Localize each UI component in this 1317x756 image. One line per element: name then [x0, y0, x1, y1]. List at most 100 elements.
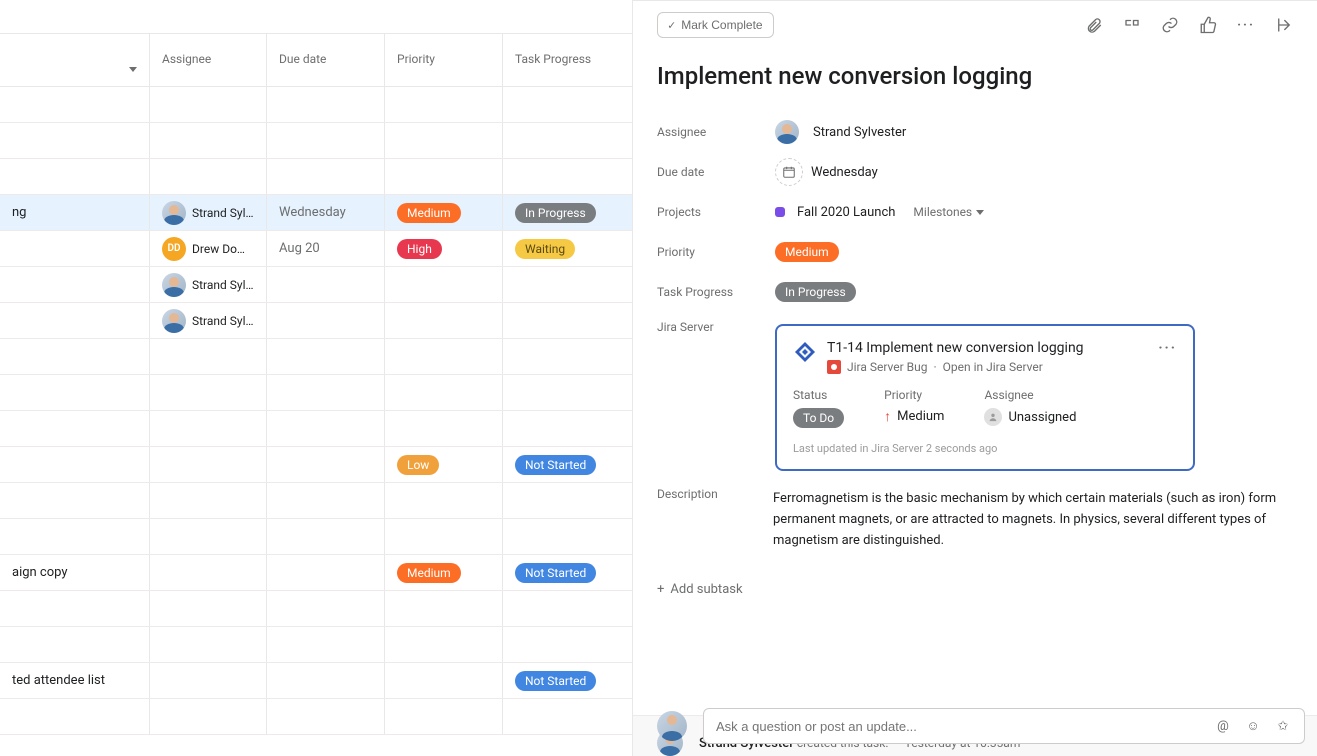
emoji-icon[interactable]: ☺	[1244, 717, 1262, 735]
priority-cell[interactable]: High	[385, 231, 503, 266]
progress-cell[interactable]	[503, 87, 631, 122]
column-progress[interactable]: Task Progress	[503, 34, 631, 86]
description-text[interactable]: Ferromagnetism is the basic mechanism by…	[773, 489, 1293, 551]
task-name-cell[interactable]	[0, 123, 150, 158]
assignee-cell[interactable]	[150, 483, 267, 518]
progress-cell[interactable]	[503, 411, 631, 446]
priority-cell[interactable]	[385, 519, 503, 554]
progress-cell[interactable]	[503, 267, 631, 302]
assignee-cell[interactable]	[150, 447, 267, 482]
milestones-dropdown[interactable]: Milestones	[913, 205, 984, 219]
due-cell[interactable]	[267, 483, 385, 518]
task-name-cell[interactable]	[0, 159, 150, 194]
project-name[interactable]: Fall 2020 Launch	[797, 205, 895, 220]
star-icon[interactable]: ✩	[1274, 717, 1292, 735]
progress-cell[interactable]	[503, 303, 631, 338]
progress-cell[interactable]	[503, 123, 631, 158]
table-row[interactable]: aign copyMediumNot Started	[0, 555, 632, 591]
jira-more-icon[interactable]: ···	[1158, 340, 1177, 356]
due-cell[interactable]	[267, 663, 385, 698]
task-name-cell[interactable]	[0, 627, 150, 662]
due-cell[interactable]	[267, 519, 385, 554]
progress-cell[interactable]	[503, 591, 631, 626]
due-cell[interactable]	[267, 87, 385, 122]
jira-open-link[interactable]: Open in Jira Server	[943, 360, 1043, 374]
task-name-cell[interactable]	[0, 375, 150, 410]
priority-cell[interactable]: Medium	[385, 195, 503, 230]
priority-cell[interactable]	[385, 159, 503, 194]
table-row[interactable]	[0, 123, 632, 159]
column-task-name[interactable]	[0, 34, 150, 86]
more-icon[interactable]: ···	[1237, 16, 1255, 34]
subtask-icon[interactable]	[1123, 16, 1141, 34]
task-name-cell[interactable]: ted attendee list	[0, 663, 150, 698]
task-name-cell[interactable]: ng	[0, 195, 150, 230]
column-priority[interactable]: Priority	[385, 34, 503, 86]
progress-cell[interactable]	[503, 699, 631, 734]
column-assignee[interactable]: Assignee	[150, 34, 267, 86]
progress-cell[interactable]	[503, 375, 631, 410]
column-due-date[interactable]: Due date	[267, 34, 385, 86]
task-name-cell[interactable]	[0, 267, 150, 302]
priority-cell[interactable]	[385, 663, 503, 698]
priority-cell[interactable]	[385, 375, 503, 410]
add-subtask-button[interactable]: + Add subtask	[657, 582, 1293, 597]
priority-cell[interactable]	[385, 303, 503, 338]
priority-cell[interactable]	[385, 627, 503, 662]
progress-cell[interactable]	[503, 339, 631, 374]
assignee-cell[interactable]: Strand Sylv...	[150, 195, 267, 230]
due-cell[interactable]	[267, 411, 385, 446]
table-row[interactable]	[0, 411, 632, 447]
assignee-cell[interactable]	[150, 627, 267, 662]
priority-cell[interactable]	[385, 483, 503, 518]
table-row[interactable]: ted attendee listNot Started	[0, 663, 632, 699]
table-row[interactable]: LowNot Started	[0, 447, 632, 483]
assignee-cell[interactable]	[150, 339, 267, 374]
assignee-cell[interactable]	[150, 375, 267, 410]
due-cell[interactable]	[267, 627, 385, 662]
table-row[interactable]	[0, 375, 632, 411]
due-cell[interactable]	[267, 123, 385, 158]
due-cell[interactable]	[267, 159, 385, 194]
assignee-cell[interactable]	[150, 591, 267, 626]
attachment-icon[interactable]	[1085, 16, 1103, 34]
progress-cell[interactable]: In Progress	[503, 195, 631, 230]
task-name-cell[interactable]	[0, 339, 150, 374]
assignee-cell[interactable]	[150, 159, 267, 194]
assignee-cell[interactable]	[150, 663, 267, 698]
task-name-cell[interactable]	[0, 87, 150, 122]
table-row[interactable]	[0, 519, 632, 555]
comment-input-wrapper[interactable]: @ ☺ ✩	[703, 708, 1305, 744]
assignee-cell[interactable]	[150, 699, 267, 734]
due-cell[interactable]	[267, 555, 385, 590]
assignee-cell[interactable]	[150, 87, 267, 122]
close-pane-icon[interactable]	[1275, 16, 1293, 34]
comment-input[interactable]	[716, 719, 1204, 734]
due-cell[interactable]	[267, 303, 385, 338]
assignee-cell[interactable]	[150, 411, 267, 446]
task-name-cell[interactable]: aign copy	[0, 555, 150, 590]
table-row[interactable]	[0, 627, 632, 663]
task-name-cell[interactable]	[0, 303, 150, 338]
due-cell[interactable]	[267, 591, 385, 626]
due-cell[interactable]	[267, 267, 385, 302]
due-cell[interactable]	[267, 339, 385, 374]
priority-cell[interactable]	[385, 411, 503, 446]
priority-cell[interactable]: Medium	[385, 555, 503, 590]
assignee-cell[interactable]	[150, 519, 267, 554]
priority-cell[interactable]	[385, 699, 503, 734]
mention-icon[interactable]: @	[1214, 717, 1232, 735]
due-cell[interactable]	[267, 447, 385, 482]
table-row[interactable]	[0, 87, 632, 123]
priority-cell[interactable]	[385, 267, 503, 302]
due-cell[interactable]: Aug 20	[267, 231, 385, 266]
mark-complete-button[interactable]: ✓ Mark Complete	[657, 12, 774, 38]
link-icon[interactable]	[1161, 16, 1179, 34]
priority-cell[interactable]	[385, 123, 503, 158]
jira-card[interactable]: T1-14 Implement new conversion logging J…	[775, 324, 1195, 471]
progress-cell[interactable]: Not Started	[503, 447, 631, 482]
table-row[interactable]	[0, 339, 632, 375]
assignee-cell[interactable]	[150, 555, 267, 590]
progress-cell[interactable]	[503, 627, 631, 662]
assignee-value[interactable]: Strand Sylvester	[775, 120, 906, 144]
